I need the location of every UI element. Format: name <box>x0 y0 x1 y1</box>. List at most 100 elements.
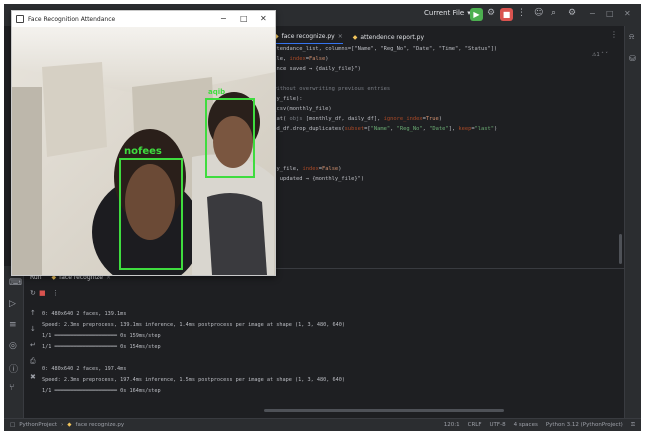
code-token: [monthly_df, daily_df], <box>302 116 384 122</box>
code-token: True <box>425 116 439 122</box>
code-line: attendance_list, columns=["Name", "Reg_N… <box>270 46 497 52</box>
code-token: ) <box>494 126 498 132</box>
door-frame <box>12 87 42 275</box>
play-icon: ▶ <box>473 10 480 19</box>
run-tool-icon[interactable]: ▷ <box>9 299 16 309</box>
breadcrumb-file[interactable]: face recognize.py <box>76 422 125 428</box>
notifications-icon[interactable]: ⍾ <box>629 32 634 42</box>
more-icon[interactable]: ⋮ <box>517 8 526 18</box>
gear-icon[interactable]: ⚙ <box>568 8 576 18</box>
code-token: attendance_list, columns=["Name", "Reg_N… <box>270 46 498 52</box>
close-tab-icon[interactable]: × <box>338 33 343 40</box>
breadcrumb-project[interactable]: PythonProject <box>19 422 57 428</box>
code-token: ) <box>438 116 443 122</box>
ide-window: Current File ▾ ▶ ⚙ ■ ⋮ ☺ ⌕ ⚙ − □ ✕ ◆ fac… <box>4 4 641 431</box>
stop-button[interactable]: ■ <box>500 8 513 21</box>
code-token: d_csv(monthly_file) <box>270 106 332 112</box>
breadcrumb: □ PythonProject › ◆ face recognize.py <box>10 422 124 428</box>
run-button[interactable]: ▶ <box>470 8 483 21</box>
camera-feed: nofees aqib <box>12 27 275 275</box>
code-token: without overwriting previous entries <box>270 86 391 92</box>
trash-icon[interactable]: ✖ <box>30 373 36 381</box>
lock-icon[interactable]: ⚿ <box>631 422 635 429</box>
camera-window[interactable]: Face Recognition Attendance − □ ✕ nofees… <box>11 10 276 276</box>
code-token: index <box>289 56 306 62</box>
editor-tab-bar: ◆ face recognize.py × ◆ attendence repor… <box>274 30 624 44</box>
interpreter[interactable]: Python 3.12 (PythonProject) <box>546 422 623 429</box>
code-token: ], <box>448 126 459 132</box>
file-encoding[interactable]: UTF-8 <box>490 422 506 429</box>
run-panel: Run ◆ face recognize × ↻ ■ ⋮ ↑ ↓ ↵ ⎙ ✖ 0… <box>24 268 624 418</box>
rerun-icon[interactable]: ↻ <box>30 289 36 297</box>
code-line: hly_file, index=False) <box>270 166 341 172</box>
tab-face-recognize[interactable]: ◆ face recognize.py × <box>274 30 343 44</box>
close-icon[interactable]: ✕ <box>624 9 631 18</box>
output-line: 1/1 ━━━━━━━━━━━━━━━━━━━━ 0s 159ms/step <box>42 333 161 339</box>
stop-icon: ■ <box>502 10 511 19</box>
app-icon <box>16 15 24 23</box>
code-editor[interactable]: attendance_list, columns=["Name", "Reg_N… <box>264 44 619 269</box>
tab-label: face recognize.py <box>281 33 335 40</box>
print-icon[interactable]: ⎙ <box>30 357 36 366</box>
maximize-icon[interactable]: □ <box>606 9 614 18</box>
close-icon[interactable]: ✕ <box>260 14 267 23</box>
project-icon: □ <box>10 422 16 428</box>
code-token: dance saved → {daily_file}") <box>270 66 361 72</box>
line-ending[interactable]: CRLF <box>468 422 482 429</box>
person-left-face <box>125 164 175 240</box>
user-icon[interactable]: ☺ <box>534 8 543 18</box>
code-token: "Date" <box>429 126 449 132</box>
more-icon[interactable]: ⋮ <box>52 289 59 297</box>
maximize-icon[interactable]: □ <box>240 14 248 23</box>
layers-icon[interactable]: ≡ <box>9 320 17 330</box>
detection-label-nofees: nofees <box>124 146 162 157</box>
python-file-icon: ◆ <box>352 33 358 41</box>
camera-titlebar[interactable]: Face Recognition Attendance − □ ✕ <box>12 11 275 27</box>
search-icon[interactable]: ⌕ <box>551 8 556 18</box>
git-icon[interactable]: ⑂ <box>9 383 14 393</box>
person-right-shirt <box>207 193 267 275</box>
wrap-icon[interactable]: ↵ <box>30 341 36 349</box>
tabs-menu-icon[interactable]: ⋮ <box>610 30 618 39</box>
scroll-up-icon[interactable]: ↑ <box>30 309 36 317</box>
code-token: subset <box>344 126 365 132</box>
scroll-down-icon[interactable]: ↓ <box>30 325 36 333</box>
indent-setting[interactable]: 4 spaces <box>514 422 538 429</box>
database-icon[interactable]: ⛁ <box>629 54 636 63</box>
code-token: objs <box>289 116 303 122</box>
stop-icon[interactable]: ■ <box>39 289 46 297</box>
status-bar: □ PythonProject › ◆ face recognize.py 12… <box>4 418 641 431</box>
run-toolbar: ↻ ■ ⋮ ↑ ↓ ↵ ⎙ ✖ <box>24 287 59 417</box>
editor-scrollbar[interactable] <box>619 234 622 264</box>
status-info: 120:1 CRLF UTF-8 4 spaces Python 3.12 (P… <box>444 422 635 429</box>
packages-icon[interactable]: ◎ <box>9 341 17 351</box>
terminal-icon[interactable]: ⌨ <box>9 278 22 288</box>
code-line: d_csv(monthly_file) <box>270 106 332 112</box>
output-line: Speed: 2.3ms preprocess, 139.1ms inferen… <box>42 322 345 328</box>
code-line: ncat( objs [monthly_df, daily_df], ignor… <box>270 116 442 122</box>
problems-icon[interactable]: ⓘ <box>9 362 18 375</box>
tab-attendence-report[interactable]: ◆ attendence report.py <box>353 30 424 44</box>
output-scrollbar[interactable] <box>264 409 504 412</box>
code-token: ned_df.drop_duplicates( <box>270 126 345 132</box>
output-line: 0: 480x640 2 faces, 139.1ms <box>42 311 127 317</box>
run-config-selector[interactable]: Current File ▾ <box>424 9 471 17</box>
minimize-icon[interactable]: − <box>220 14 227 23</box>
code-line: file, index=False) <box>270 56 328 62</box>
code-token: False <box>308 56 326 62</box>
warning-indicator[interactable]: ⚠1 ˄ ˅ <box>592 52 608 58</box>
python-file-icon: ◆ <box>67 422 72 428</box>
minimize-icon[interactable]: − <box>589 9 596 18</box>
run-config-label: Current File <box>424 9 465 17</box>
code-line: ned_df.drop_duplicates(subset=["Name", "… <box>270 126 497 132</box>
code-token: ) <box>325 56 329 62</box>
camera-window-title: Face Recognition Attendance <box>28 15 116 23</box>
code-token: "last" <box>474 126 495 132</box>
chevron-right-icon: › <box>61 422 64 428</box>
code-token: "Name" <box>370 126 391 132</box>
cursor-position[interactable]: 120:1 <box>444 422 460 429</box>
code-token: ignore_index <box>383 116 423 122</box>
output-line: 0: 480x640 2 faces, 197.4ms <box>42 366 127 372</box>
debug-icon[interactable]: ⚙ <box>487 8 495 18</box>
output-line: Speed: 2.3ms preprocess, 197.4ms inferen… <box>42 377 345 383</box>
